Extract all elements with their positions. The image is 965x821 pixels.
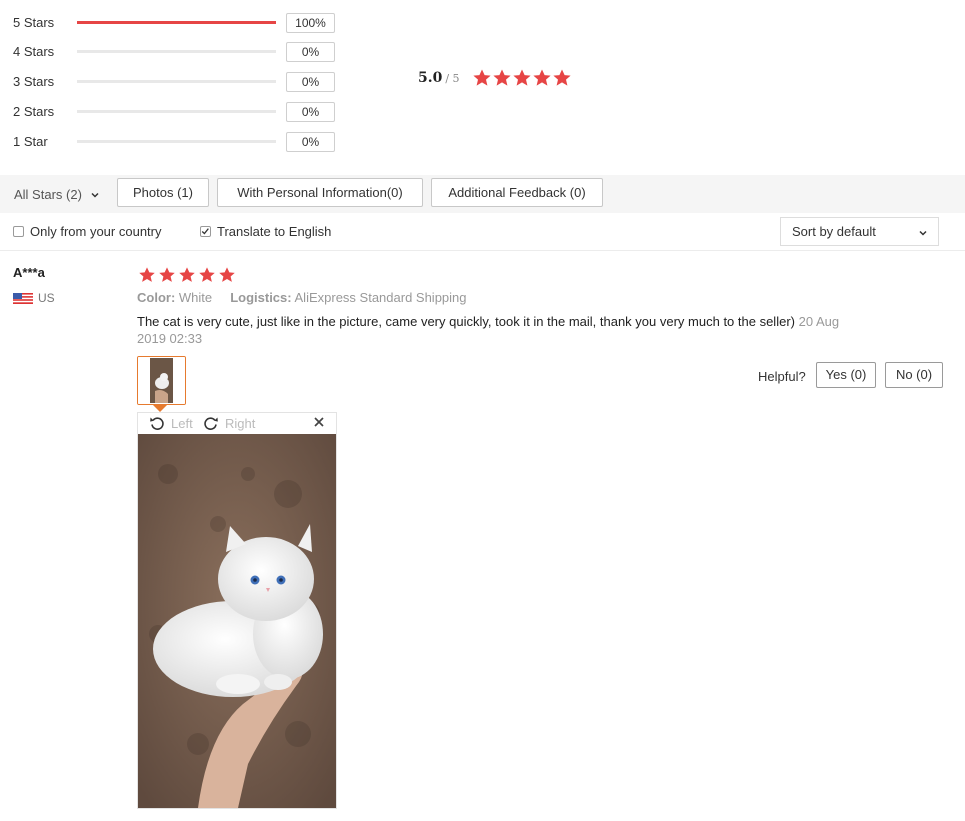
review-photo-thumbnail[interactable] [137,356,186,405]
review-stars [137,266,237,284]
histogram-bar-track [77,140,276,143]
histogram-bar-track [77,80,276,83]
filter-bar: All Stars (2) Photos (1) With Personal I… [0,175,965,213]
review-text-block: The cat is very cute, just like in the p… [137,313,857,347]
histogram-percent: 100% [286,13,335,33]
histogram-row-5: 5 Stars 100% [0,12,340,33]
average-out-of: / 5 [445,71,460,85]
average-rating: 5.0 / 5 [418,66,572,90]
color-value: White [178,290,213,305]
thumbnail-pointer [153,405,167,412]
rotate-right-icon [204,417,218,430]
review-photo [138,434,336,808]
all-stars-label: All Stars (2) [14,187,82,202]
histogram-row-4: 4 Stars 0% [0,41,340,62]
star-icon [199,267,215,282]
average-score: 5.0 [418,70,443,86]
histogram-label: 4 Stars [13,44,55,59]
logistics-value: AliExpress Standard Shipping [294,290,467,305]
star-icon [532,69,551,86]
histogram-label: 2 Stars [13,104,55,119]
close-icon[interactable] [313,416,325,428]
histogram-row-3: 3 Stars 0% [0,71,340,92]
histogram-label: 1 Star [13,134,48,149]
average-stars [472,68,572,88]
thumbnail-image [138,357,185,404]
rotate-left-icon [150,417,164,430]
rotate-right-button[interactable]: Right [203,415,255,431]
star-icon [219,267,235,282]
star-icon [552,69,571,86]
chevron-down-icon [919,230,927,236]
helpful-yes-button[interactable]: Yes (0) [816,362,876,388]
histogram-bar-track [77,50,276,53]
translate-label: Translate to English [217,224,332,239]
review-meta: Color: White Logistics: AliExpress Stand… [137,290,467,305]
histogram-bar-track [77,21,276,24]
rotate-left-label: Left [171,415,193,431]
histogram-row-2: 2 Stars 0% [0,101,340,122]
sort-value: Sort by default [792,224,876,239]
histogram-row-1: 1 Star 0% [0,131,340,152]
checkmark-icon [201,228,209,235]
histogram-label: 5 Stars [13,15,55,30]
chevron-down-icon [91,192,99,198]
us-flag-icon [13,292,33,304]
review-text: The cat is very cute, just like in the p… [137,314,795,329]
photos-filter-button[interactable]: Photos (1) [117,178,209,207]
histogram-bar-fill [77,21,276,24]
histogram-percent: 0% [286,102,335,122]
star-icon [139,267,155,282]
only-country-label: Only from your country [30,224,162,239]
translate-checkbox[interactable] [200,226,211,237]
histogram-bar-track [77,110,276,113]
histogram-label: 3 Stars [13,74,55,89]
photo-viewer: Left Right [137,412,337,809]
histogram-percent: 0% [286,42,335,62]
star-icon [512,69,531,86]
options-row: Only from your country Translate to Engl… [0,213,965,251]
color-label: Color: [137,290,176,305]
rotate-right-label: Right [225,415,256,431]
histogram-percent: 0% [286,72,335,92]
country-code: US [38,291,55,305]
star-icon [492,69,511,86]
reviewer-name: A***a [13,265,45,280]
reviewer-country: US [13,291,55,305]
logistics-label: Logistics: [230,290,292,305]
viewer-toolbar: Left Right [138,413,336,434]
star-icon [179,267,195,282]
helpful-label: Helpful? [758,369,806,384]
additional-feedback-filter-button[interactable]: Additional Feedback (0) [431,178,603,207]
star-icon [159,267,175,282]
sort-select[interactable]: Sort by default [780,217,939,246]
histogram-percent: 0% [286,132,335,152]
helpful-no-button[interactable]: No (0) [885,362,943,388]
only-country-checkbox[interactable] [13,226,24,237]
rotate-left-button[interactable]: Left [149,415,193,431]
star-icon [472,69,491,86]
personal-info-filter-button[interactable]: With Personal Information(0) [217,178,423,207]
all-stars-dropdown[interactable]: All Stars (2) [14,187,100,202]
